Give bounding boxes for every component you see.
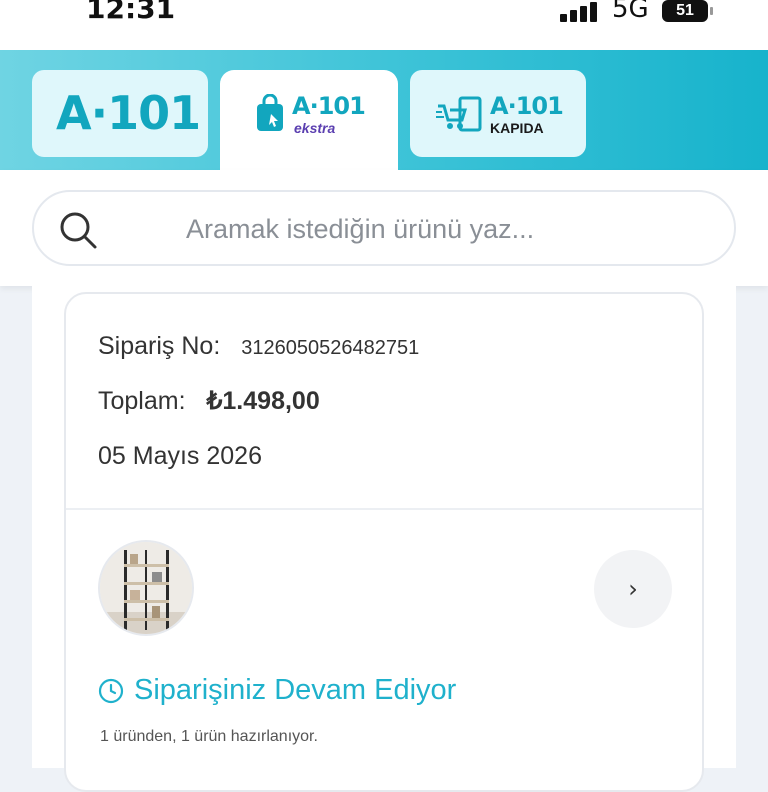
status-bar: 12:31 5G 51 <box>0 0 768 50</box>
battery-icon: 51 <box>662 0 713 22</box>
status-time: 12:31 <box>86 0 176 25</box>
order-total-value: ₺1.498,00 <box>206 387 320 415</box>
tab-ekstra[interactable]: A·101 ekstra <box>220 70 398 170</box>
brand-header: A·101 A·101 ekstra A·101 KAPIDA <box>0 50 768 170</box>
order-progress-text: 1 üründen, 1 ürün hazırlanıyor. <box>100 728 318 745</box>
search-input[interactable] <box>184 206 708 252</box>
shopping-bag-icon <box>257 94 283 131</box>
kapida-logo-sub: KAPIDA <box>490 120 544 136</box>
order-total-label: Toplam: <box>98 387 186 415</box>
search-icon[interactable] <box>58 210 98 250</box>
tab-a101[interactable]: A·101 <box>32 70 208 157</box>
search-bar[interactable] <box>32 190 736 266</box>
cart-door-icon <box>436 96 482 132</box>
clock-icon <box>98 678 124 704</box>
signal-icon <box>560 0 604 22</box>
tab-kapida[interactable]: A·101 KAPIDA <box>410 70 586 157</box>
order-date: 05 Mayıs 2026 <box>98 442 262 470</box>
order-number-value: 3126050526482751 <box>241 337 420 359</box>
product-thumbnail[interactable] <box>98 540 194 636</box>
order-status-text: Siparişiniz Devam Ediyor <box>134 674 457 706</box>
chevron-right-icon: › <box>628 575 638 603</box>
order-number-row: Sipariş No: 3126050526482751 <box>98 332 419 361</box>
ekstra-logo-sub: ekstra <box>294 120 336 136</box>
order-detail-button[interactable]: › <box>594 550 672 628</box>
bookshelf-image <box>100 542 192 634</box>
order-card[interactable]: Sipariş No: 3126050526482751 Toplam: ₺1.… <box>64 292 704 792</box>
a101-logo: A·101 <box>56 86 201 140</box>
order-number-label: Sipariş No: <box>98 332 221 360</box>
search-area <box>0 170 768 286</box>
kapida-logo-brand: A·101 <box>490 92 564 120</box>
order-total-row: Toplam: ₺1.498,00 <box>98 386 320 416</box>
ekstra-logo-brand: A·101 <box>292 92 366 120</box>
card-divider <box>66 508 702 510</box>
network-type: 5G <box>612 0 649 24</box>
